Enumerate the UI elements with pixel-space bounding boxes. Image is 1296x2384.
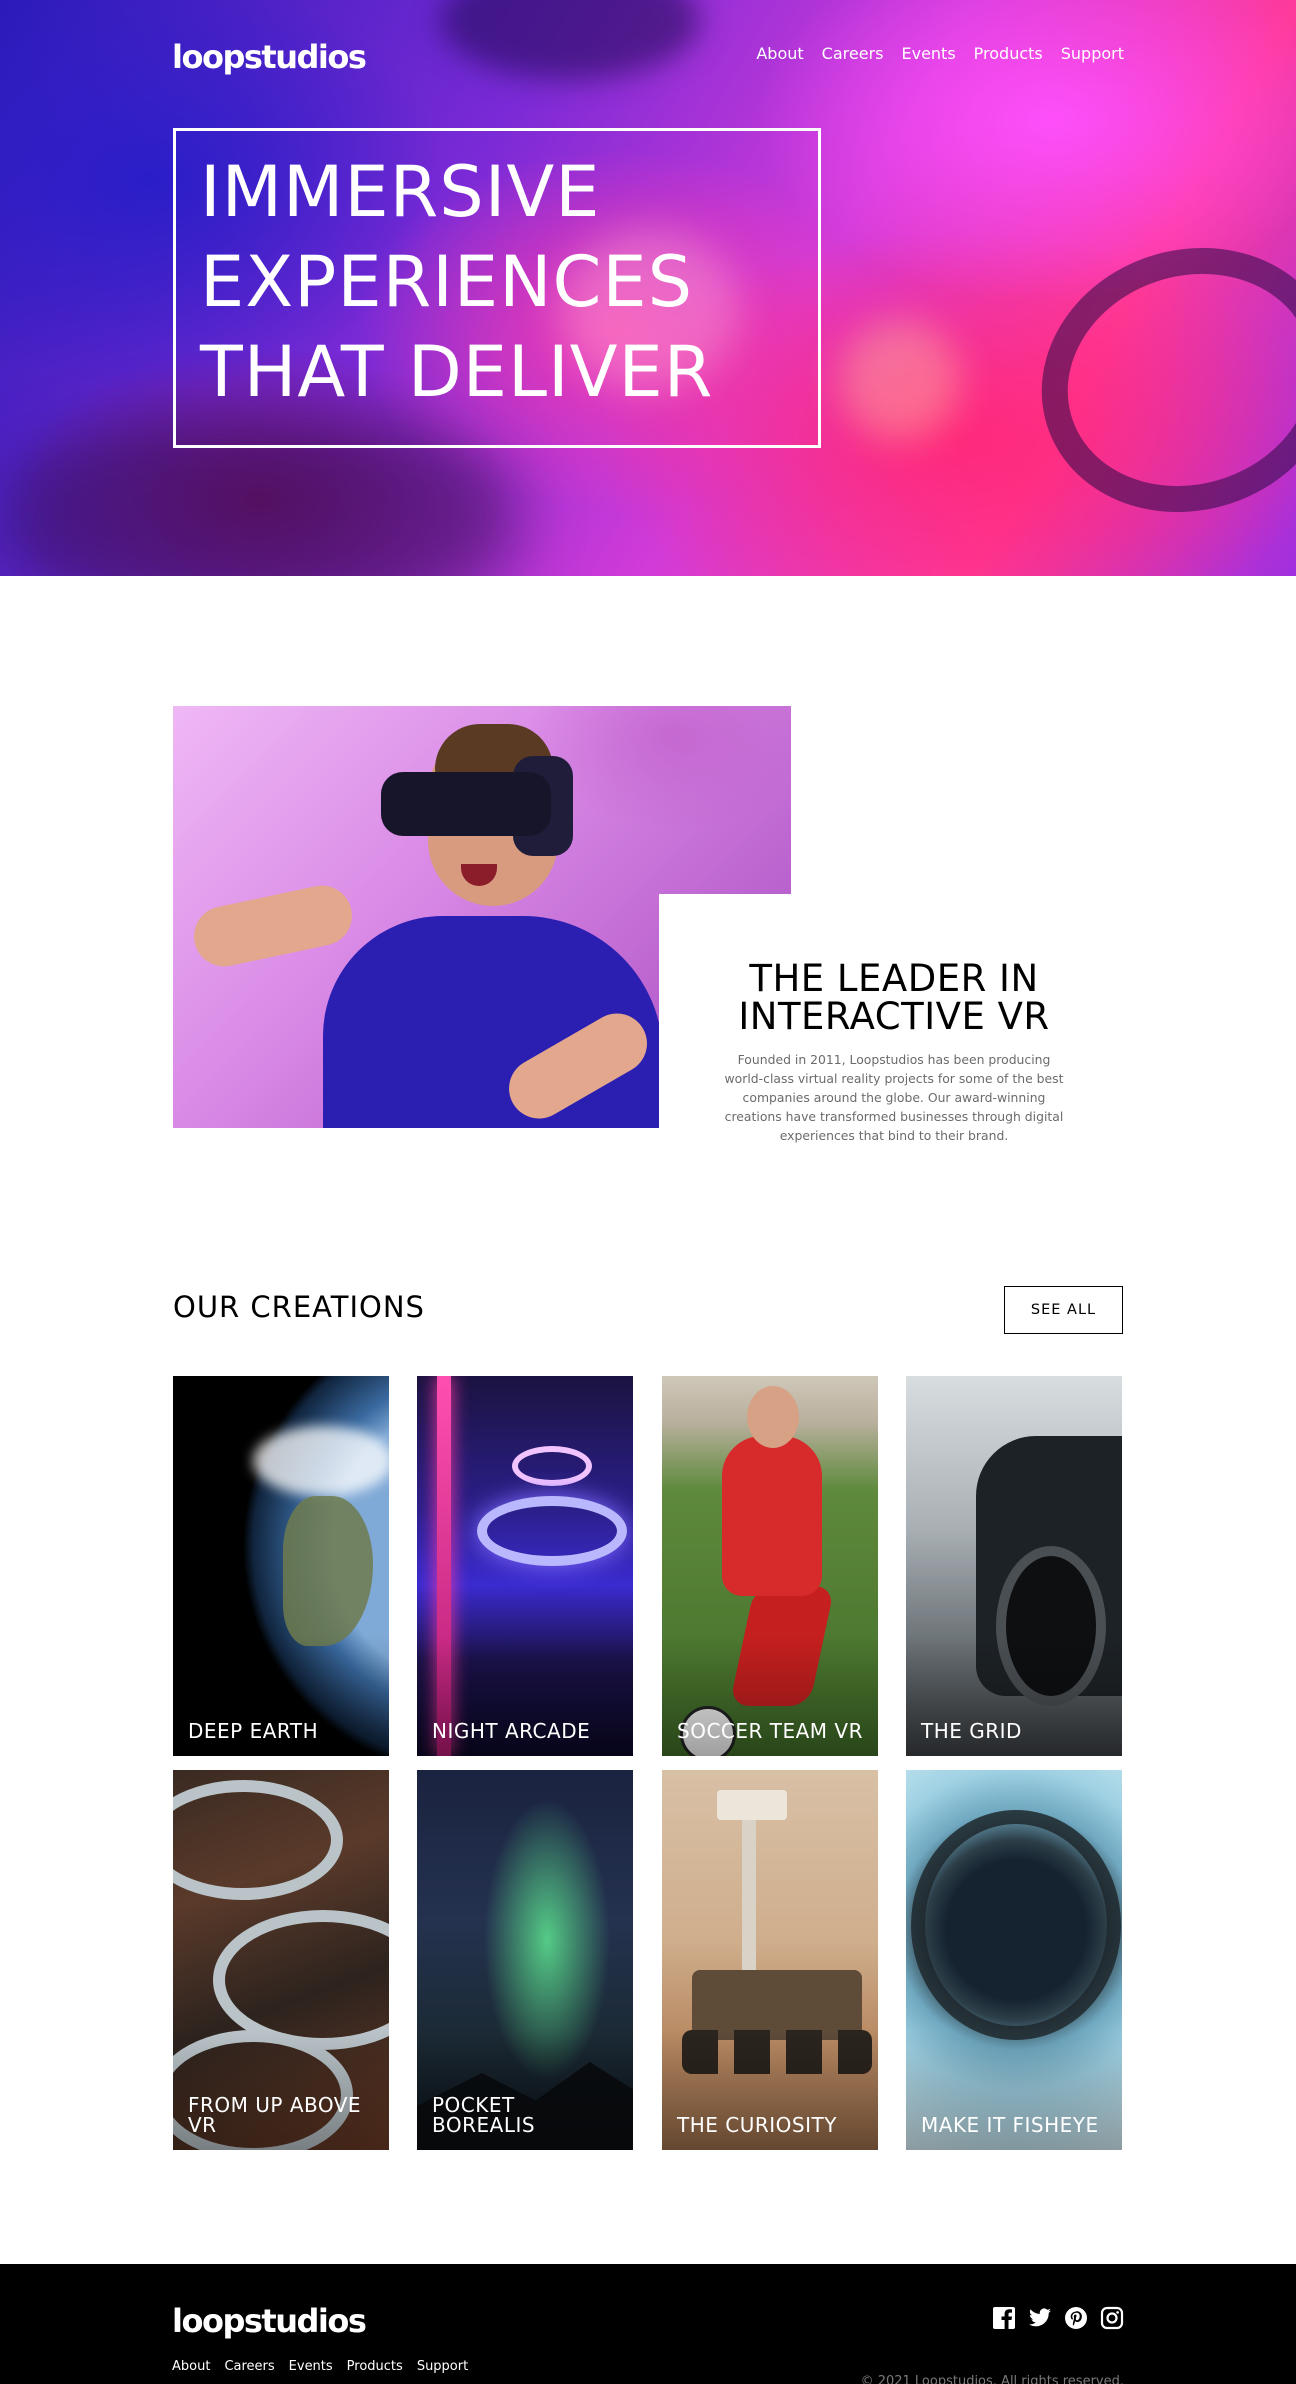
copyright-text: © 2021 Loopstudios. All rights reserved. [860, 2374, 1124, 2384]
nav-link-careers[interactable]: Careers [822, 42, 884, 66]
creation-card-pocket-borealis[interactable]: POCKET BOREALIS [417, 1770, 633, 2150]
hero-section: loopstudios About Careers Events Product… [0, 0, 1296, 576]
image-detail [173, 1780, 343, 1900]
footer-link-careers[interactable]: Careers [224, 2358, 274, 2376]
image-detail [512, 1446, 592, 1486]
hero-background-glow [840, 320, 960, 440]
creation-card-label: NIGHT ARCADE [432, 1719, 591, 1743]
see-all-button[interactable]: SEE ALL [1004, 1286, 1123, 1334]
image-detail [911, 1810, 1121, 2040]
nav-link-events[interactable]: Events [901, 42, 955, 66]
vr-headset-image [381, 772, 551, 836]
creation-card-label: THE CURIOSITY [677, 2113, 837, 2137]
nav-link-products[interactable]: Products [974, 42, 1043, 66]
creation-card-night-arcade[interactable]: NIGHT ARCADE [417, 1376, 633, 1756]
creation-card-from-up-above-vr[interactable]: FROM UP ABOVE VR [173, 1770, 389, 2150]
creation-card-label: DEEP EARTH [188, 1719, 319, 1743]
creation-card-label: THE GRID [921, 1719, 1022, 1743]
image-detail [253, 1426, 389, 1496]
image-detail [188, 880, 358, 972]
hero-steering-wheel-image [1007, 210, 1296, 550]
about-title: THE LEADER IN INTERACTIVE VR [689, 960, 1099, 1036]
main-nav: About Careers Events Products Support [756, 42, 1124, 66]
hero-title-box: IMMERSIVE EXPERIENCES THAT DELIVER [173, 128, 821, 448]
image-detail [213, 1910, 389, 2050]
creation-card-label: FROM UP ABOVE VR [188, 2093, 362, 2137]
creation-card-make-it-fisheye[interactable]: MAKE IT FISHEYE [906, 1770, 1122, 2150]
twitter-icon[interactable] [1028, 2306, 1052, 2330]
image-detail [747, 1386, 799, 1448]
hero-title: IMMERSIVE EXPERIENCES THAT DELIVER [200, 147, 794, 417]
footer-link-support[interactable]: Support [417, 2358, 468, 2376]
about-title-line: THE LEADER IN [749, 957, 1039, 1000]
about-card: THE LEADER IN INTERACTIVE VR Founded in … [659, 894, 1129, 1154]
footer-nav: About Careers Events Products Support [172, 2358, 468, 2376]
brand-logo[interactable]: loopstudios [172, 38, 367, 76]
about-title-line: INTERACTIVE VR [738, 995, 1050, 1038]
nav-link-support[interactable]: Support [1061, 42, 1124, 66]
creation-card-the-grid[interactable]: THE GRID [906, 1376, 1122, 1756]
image-detail [477, 1496, 627, 1566]
footer-logo[interactable]: loopstudios [172, 2302, 367, 2340]
instagram-icon[interactable] [1100, 2306, 1124, 2330]
hero-title-line: IMMERSIVE [200, 151, 601, 233]
about-description: Founded in 2011, Loopstudios has been pr… [724, 1052, 1064, 1143]
image-detail [722, 1436, 822, 1596]
nav-link-about[interactable]: About [756, 42, 803, 66]
image-detail [742, 1800, 756, 1980]
creation-card-label: MAKE IT FISHEYE [921, 2113, 1099, 2137]
creation-card-label: POCKET BOREALIS [432, 2093, 536, 2137]
footer-link-about[interactable]: About [172, 2358, 210, 2376]
creation-card-deep-earth[interactable]: DEEP EARTH [173, 1376, 389, 1756]
creation-card-the-curiosity[interactable]: THE CURIOSITY [662, 1770, 878, 2150]
hero-title-line: EXPERIENCES [200, 241, 694, 323]
creation-card-label: SOCCER TEAM VR [677, 1719, 863, 1743]
hero-background-shade [440, 0, 700, 80]
image-detail [283, 1496, 373, 1646]
facebook-icon[interactable] [992, 2306, 1016, 2330]
creations-title: OUR CREATIONS [173, 1290, 425, 1324]
social-links [992, 2306, 1124, 2330]
pinterest-icon[interactable] [1064, 2306, 1088, 2330]
creation-card-soccer-team-vr[interactable]: SOCCER TEAM VR [662, 1376, 878, 1756]
footer-link-events[interactable]: Events [289, 2358, 333, 2376]
hero-title-line: THAT DELIVER [200, 331, 714, 413]
footer-link-products[interactable]: Products [347, 2358, 403, 2376]
footer: loopstudios About Careers Events Product… [0, 2264, 1296, 2384]
image-detail [717, 1790, 787, 1820]
